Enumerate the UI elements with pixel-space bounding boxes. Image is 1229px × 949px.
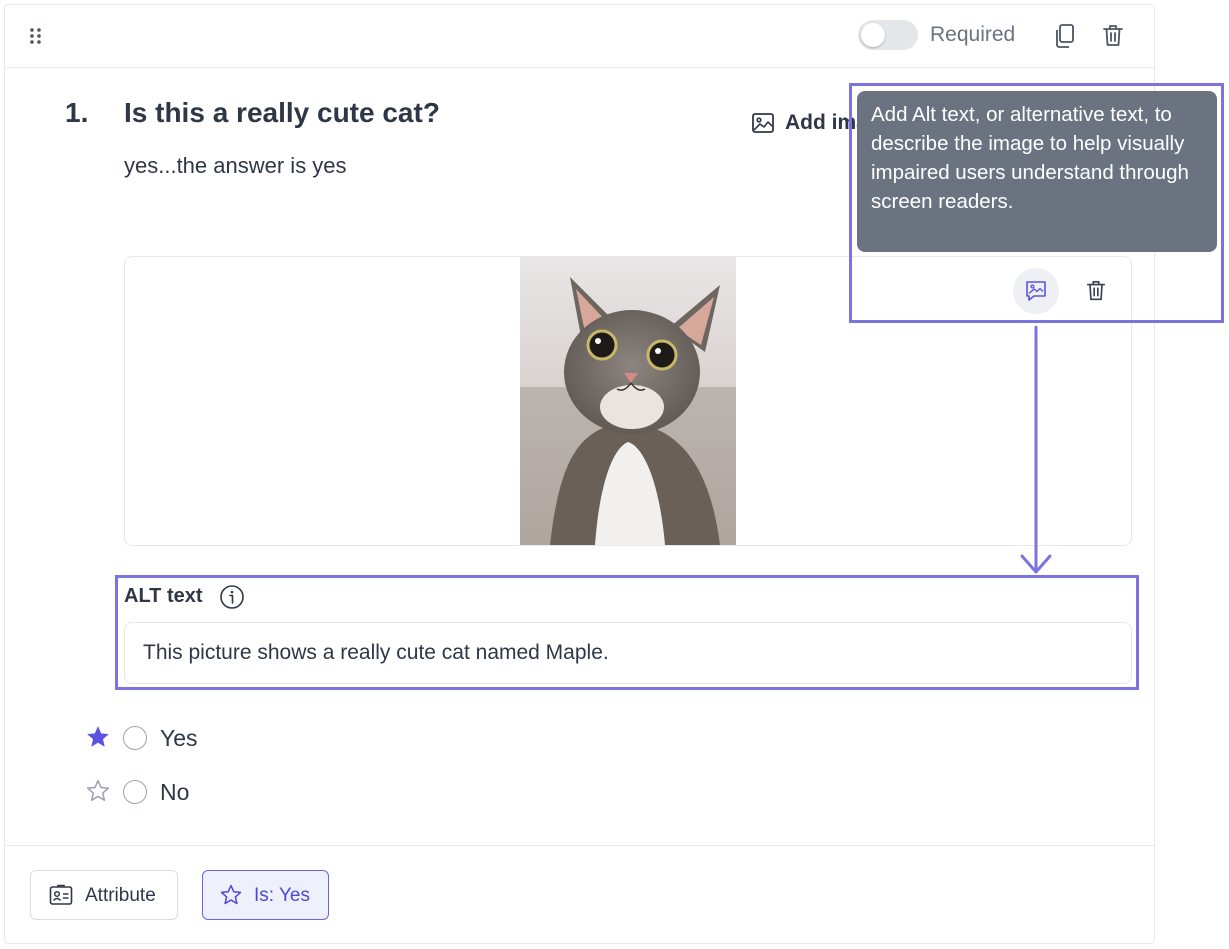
cat-image [520,257,736,545]
duplicate-icon[interactable] [1053,23,1077,49]
toggle-knob [861,23,885,47]
question-description[interactable]: yes...the answer is yes [124,153,347,179]
star-outline-icon [220,884,242,905]
image-icon [752,113,774,133]
question-toolbar: Required [5,5,1154,68]
trash-icon[interactable] [1102,23,1124,49]
attribute-label: Attribute [85,885,156,906]
question-title[interactable]: Is this a really cute cat? [124,97,440,129]
required-label: Required [930,23,1016,46]
drag-handle-icon[interactable] [29,27,43,45]
star-filled-icon[interactable] [85,724,111,750]
alt-text-tooltip: Add Alt text, or alternative text, to de… [857,91,1217,252]
is-yes-label: Is: Yes [254,885,310,906]
attribute-button[interactable]: Attribute [30,870,178,920]
radio-button[interactable] [123,726,147,750]
option-label: Yes [160,725,198,751]
is-yes-chip[interactable]: Is: Yes [202,870,329,920]
id-card-icon [49,884,73,905]
star-outline-icon[interactable] [85,778,111,804]
question-number: 1. [65,97,89,128]
annotation-arrow-icon [1020,326,1052,574]
footer-divider [5,845,1154,846]
radio-button[interactable] [123,780,147,804]
option-label: No [160,779,190,805]
required-toggle[interactable] [858,20,918,50]
alt-text-highlight-box [115,575,1139,690]
